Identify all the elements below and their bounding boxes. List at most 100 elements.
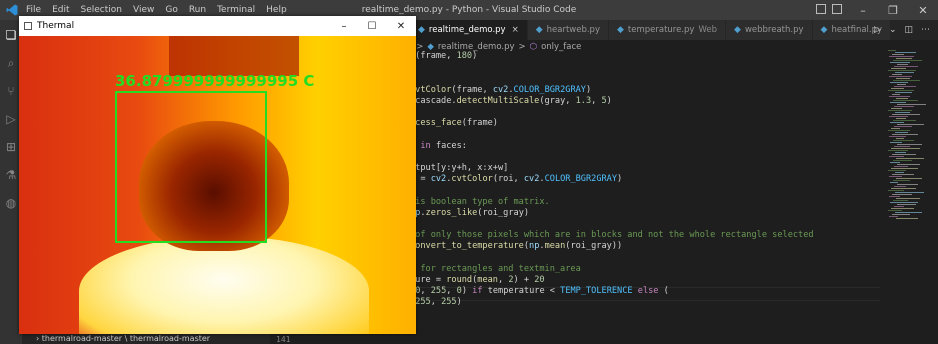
editor-tabs: ◆ realtime_demo.py × ◆ heartweb.py ◆ tem… xyxy=(410,20,938,40)
minimap-line xyxy=(896,138,904,139)
sidebar-folder-item[interactable]: › thermalroad-master \ thermalroad-maste… xyxy=(36,334,210,343)
minimap-line xyxy=(897,184,918,185)
code-line: convert_to_temperature(np.mean(roi_gray)… xyxy=(410,241,623,252)
minimap-line xyxy=(897,204,916,205)
tab-heartweb[interactable]: ◆ heartweb.py xyxy=(527,20,609,40)
python-file-icon: ◆ xyxy=(820,25,828,35)
line-number: 141 xyxy=(276,335,291,344)
run-dropdown-icon[interactable]: ⌄ xyxy=(889,25,897,35)
code-line: is boolean type of matrix. xyxy=(410,196,550,207)
minimap-line xyxy=(891,68,906,69)
explorer-icon[interactable]: ❏ xyxy=(4,28,18,42)
minimap-line xyxy=(888,150,908,151)
minimap-line xyxy=(890,82,908,83)
minimap-line xyxy=(896,218,918,219)
minimap-line xyxy=(895,92,912,93)
thermal-close-icon[interactable]: ✕ xyxy=(387,16,415,36)
code-line: ocess_face(frame) xyxy=(410,118,498,129)
code-editor[interactable]: p(frame, 180) cvtColor(frame, cv2.COLOR_B… xyxy=(410,51,880,341)
minimap-line xyxy=(895,132,908,133)
thermal-window: Thermal – ☐ ✕ 36.879999999999995 C xyxy=(19,16,416,334)
thermal-window-title: Thermal xyxy=(37,21,75,31)
code-line: ) in faces: xyxy=(410,140,467,151)
minimap-line xyxy=(888,130,910,131)
search-icon[interactable]: ⌕ xyxy=(4,56,18,70)
minimap-line xyxy=(895,152,906,153)
python-file-icon: ◆ xyxy=(418,25,425,35)
minimap-line xyxy=(890,162,900,163)
minimap-line xyxy=(888,70,916,71)
tab-close-icon[interactable]: × xyxy=(512,25,519,35)
minimap-line xyxy=(892,194,912,195)
minimap-line xyxy=(893,160,912,161)
minimap-line xyxy=(896,118,906,119)
minimap-line xyxy=(897,84,906,85)
source-control-icon[interactable]: ⑂ xyxy=(4,84,18,98)
run-debug-icon[interactable]: ▷ xyxy=(4,112,18,126)
code-line: (0, 255, 0) if temperature < TEMP_TOLERE… xyxy=(410,286,669,297)
code-line: y = cv2.cvtColor(roi, cv2.COLOR_BGR2GRAY… xyxy=(410,174,623,185)
minimap-line xyxy=(896,198,920,199)
minimap-line xyxy=(893,80,920,81)
minimap-line xyxy=(890,142,902,143)
code-line: of only those pixels which are in blocks… xyxy=(410,230,814,241)
minimap-line xyxy=(889,96,910,97)
window-icon xyxy=(24,22,32,30)
run-file-icon[interactable]: ▷ xyxy=(874,25,881,35)
code-line: np.zeros_like(roi_gray) xyxy=(410,207,530,218)
restore-icon[interactable]: ❐ xyxy=(878,0,908,20)
code-line: _cascade.detectMultiScale(gray, 1.3, 5) xyxy=(410,95,612,106)
close-icon[interactable]: ✕ xyxy=(908,0,938,20)
code-line: utput[y:y+h, x:x+w] xyxy=(410,163,509,173)
code-line: cvtColor(frame, cv2.COLOR_BGR2GRAY) xyxy=(410,84,592,95)
tab-temperature[interactable]: ◆ temperature.py Web xyxy=(608,20,727,40)
minimap-line xyxy=(897,64,908,65)
face-detection-box xyxy=(115,91,267,243)
minimap-line xyxy=(891,108,902,109)
minimap[interactable] xyxy=(882,40,938,344)
window-controls: – ❐ ✕ xyxy=(848,0,938,20)
remote-explorer-icon[interactable]: ◍ xyxy=(4,196,18,210)
minimap-line xyxy=(888,90,914,91)
split-editor-icon[interactable]: ◫ xyxy=(904,25,913,35)
minimap-line xyxy=(892,214,910,215)
toggle-sidebar-icon[interactable] xyxy=(832,4,842,14)
temperature-label: 36.879999999999995 C xyxy=(115,72,315,90)
minimap-line xyxy=(891,148,920,149)
toggle-panel-icon[interactable] xyxy=(816,4,826,14)
python-file-icon: ◆ xyxy=(616,25,624,35)
minimap-line xyxy=(896,78,910,79)
code-line: 255, 255) xyxy=(415,297,462,308)
code-line: p(frame, 180) xyxy=(410,51,478,61)
thermal-maximize-icon[interactable]: ☐ xyxy=(358,16,386,36)
minimap-line xyxy=(895,112,910,113)
minimap-line xyxy=(889,176,902,177)
minimap-line xyxy=(893,140,914,141)
folder-label: thermalroad-master \ thermalroad-master xyxy=(41,334,211,343)
more-actions-icon[interactable]: ⋯ xyxy=(921,25,930,35)
background-region xyxy=(169,36,299,76)
extensions-icon[interactable]: ⊞ xyxy=(4,140,18,154)
minimap-line xyxy=(891,168,918,169)
thermal-title-bar[interactable]: Thermal – ☐ ✕ xyxy=(19,16,416,36)
minimap-line xyxy=(893,100,918,101)
thermal-minimize-icon[interactable]: – xyxy=(330,16,358,36)
minimap-line xyxy=(892,134,918,135)
minimap-line xyxy=(894,106,914,107)
tab-webbreath[interactable]: ◆ webbreath.py xyxy=(726,20,813,40)
minimap-line xyxy=(890,122,904,123)
minimap-line xyxy=(888,210,902,211)
minimize-icon[interactable]: – xyxy=(848,0,878,20)
minimap-line xyxy=(892,74,902,75)
minimap-line xyxy=(896,178,922,179)
minimap-line xyxy=(889,196,900,197)
minimap-line xyxy=(888,190,904,191)
minimap-line xyxy=(895,172,904,173)
minimap-line xyxy=(890,102,906,103)
minimap-line xyxy=(891,128,900,129)
minimap-line xyxy=(891,208,914,209)
tab-realtime-demo[interactable]: ◆ realtime_demo.py × xyxy=(410,20,528,40)
layout-controls xyxy=(816,4,842,14)
testing-icon[interactable]: ⚗ xyxy=(4,168,18,182)
minimap-line xyxy=(893,200,908,201)
